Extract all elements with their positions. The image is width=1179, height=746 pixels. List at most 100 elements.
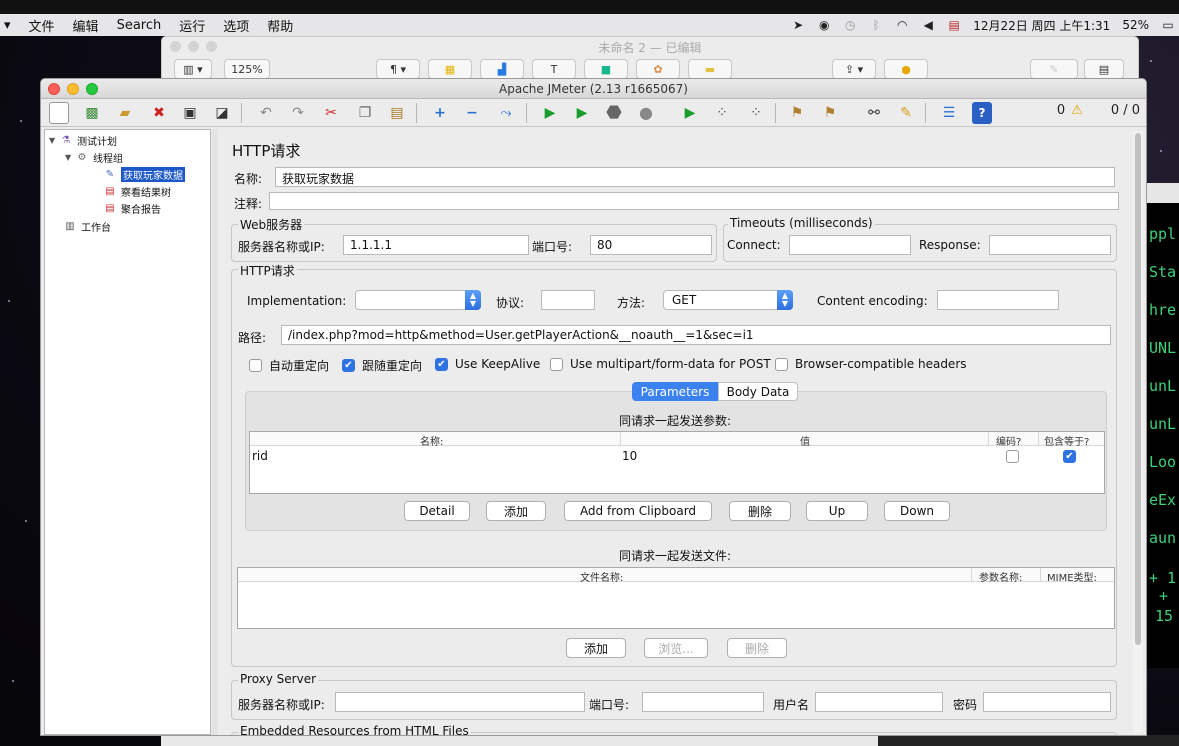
menu-options[interactable]: 选项 bbox=[223, 16, 249, 35]
tree-node-http-request[interactable]: ✎ 获取玩家数据 bbox=[103, 167, 185, 182]
scrollbar-thumb[interactable] bbox=[1135, 133, 1141, 645]
flag-input-icon[interactable]: ▤ bbox=[947, 18, 961, 32]
connect-timeout-field[interactable] bbox=[789, 235, 911, 255]
tree-node-thread-group[interactable]: ▼ ⚙ 线程组 bbox=[65, 150, 123, 165]
path-field[interactable]: /index.php?mod=http&method=User.getPlaye… bbox=[281, 325, 1111, 345]
bg-format-icon[interactable]: ✎ bbox=[1030, 59, 1078, 79]
new-icon[interactable] bbox=[49, 102, 69, 124]
play-icon[interactable]: ▶ bbox=[539, 102, 561, 124]
checkbox-box[interactable] bbox=[775, 357, 788, 371]
up-button[interactable]: Up bbox=[806, 501, 868, 521]
expand-arrow-icon[interactable]: ▼ bbox=[65, 153, 75, 162]
add-param-button[interactable]: 添加 bbox=[486, 501, 546, 521]
menu-file[interactable]: 文件 bbox=[29, 16, 55, 35]
proxy-user-field[interactable] bbox=[815, 692, 943, 712]
remote-stop-icon[interactable]: ⁘ bbox=[711, 102, 733, 124]
param-include-equals-checkbox[interactable]: ✔ bbox=[1063, 450, 1076, 463]
bg-table-icon[interactable]: ▦ bbox=[428, 59, 472, 79]
comment-field[interactable] bbox=[269, 192, 1119, 210]
column-encode-header[interactable]: 编码? bbox=[996, 433, 1021, 448]
warning-icon[interactable]: ⚠ bbox=[1071, 103, 1083, 118]
expand-arrow-icon[interactable]: ▼ bbox=[49, 136, 59, 145]
bg-sidebar-icon[interactable]: ▥ ▾ bbox=[174, 59, 212, 79]
tab-body-data[interactable]: Body Data bbox=[718, 382, 798, 401]
protocol-field[interactable] bbox=[541, 290, 595, 310]
browser-compatible-checkbox[interactable]: Browser-compatible headers bbox=[775, 357, 967, 371]
tree-node-workbench[interactable]: ▥ 工作台 bbox=[63, 219, 111, 234]
clear-all-icon[interactable]: ⚑ bbox=[819, 102, 841, 124]
method-select[interactable]: GET ▲ ▼ bbox=[663, 290, 793, 310]
browse-button[interactable]: 浏览... bbox=[644, 638, 708, 658]
remote-shutdown-icon[interactable]: ⁘ bbox=[745, 102, 767, 124]
bg-shape-icon[interactable]: ■ bbox=[584, 59, 628, 79]
checkmark-icon[interactable]: ✔ bbox=[342, 359, 355, 372]
add-file-button[interactable]: 添加 bbox=[566, 638, 626, 658]
help-icon[interactable]: ? bbox=[972, 102, 992, 124]
bg-chart-icon[interactable]: ▟ bbox=[480, 59, 524, 79]
follow-redirect-checkbox[interactable]: ✔ 跟随重定向 bbox=[342, 357, 422, 374]
bg-media-icon[interactable]: ✿ bbox=[636, 59, 680, 79]
vertical-scrollbar[interactable] bbox=[1133, 131, 1143, 733]
bg-comment-icon[interactable]: ▬ bbox=[688, 59, 732, 79]
response-timeout-field[interactable] bbox=[989, 235, 1111, 255]
save-as-icon[interactable]: ◪ bbox=[211, 102, 233, 124]
battery-icon[interactable]: ▭ bbox=[1161, 18, 1175, 32]
menu-help[interactable]: 帮助 bbox=[267, 16, 293, 35]
multipart-checkbox[interactable]: Use multipart/form-data for POST bbox=[550, 357, 771, 371]
keepalive-checkbox[interactable]: ✔ Use KeepAlive bbox=[435, 357, 540, 371]
open-icon[interactable]: ▰ bbox=[114, 102, 136, 124]
copy-icon[interactable]: ❐ bbox=[354, 102, 376, 124]
delete-file-button[interactable]: 删除 bbox=[727, 638, 787, 658]
location-arrow-icon[interactable]: ➤ bbox=[791, 18, 805, 32]
menubar-datetime[interactable]: 12月22日 周四 上午1:31 bbox=[973, 17, 1110, 34]
expand-icon[interactable]: + bbox=[429, 102, 451, 124]
checkbox-box[interactable] bbox=[249, 359, 262, 372]
proxy-port-field[interactable] bbox=[642, 692, 764, 712]
checkbox-box[interactable] bbox=[550, 357, 563, 371]
wifi-icon[interactable]: ◠ bbox=[895, 18, 909, 32]
split-pane-divider[interactable] bbox=[212, 129, 218, 735]
detail-button[interactable]: Detail bbox=[404, 501, 470, 521]
menu-search[interactable]: Search bbox=[117, 18, 162, 33]
undo-icon[interactable]: ↶ bbox=[255, 102, 277, 124]
volume-icon[interactable]: ◀ bbox=[921, 18, 935, 32]
paste-icon[interactable]: ▤ bbox=[386, 102, 408, 124]
tree-node-aggregate-report[interactable]: ▤ 聚合报告 bbox=[103, 201, 161, 216]
tab-parameters[interactable]: Parameters bbox=[632, 382, 718, 401]
bg-tips-icon[interactable]: ● bbox=[884, 59, 928, 79]
close-plan-icon[interactable]: ✖ bbox=[148, 102, 170, 124]
bg-document-icon[interactable]: ▤ bbox=[1084, 59, 1124, 79]
bg-text-icon[interactable]: T bbox=[532, 59, 576, 79]
column-include-equals-header[interactable]: 包含等于? bbox=[1044, 433, 1089, 448]
proxy-password-field[interactable] bbox=[983, 692, 1111, 712]
menu-run[interactable]: 运行 bbox=[179, 16, 205, 35]
param-name-cell[interactable]: rid bbox=[252, 449, 268, 463]
add-from-clipboard-button[interactable]: Add from Clipboard bbox=[564, 501, 712, 521]
clear-icon[interactable]: ⚑ bbox=[786, 102, 808, 124]
bg-share-icon[interactable]: ⇪ ▾ bbox=[832, 59, 876, 79]
column-param-name-header[interactable]: 参数名称: bbox=[979, 569, 1022, 584]
templates-icon[interactable]: ▩ bbox=[81, 102, 103, 124]
record-icon[interactable]: ◉ bbox=[817, 18, 831, 32]
bg-zoom-select[interactable]: 125% bbox=[224, 59, 270, 79]
content-encoding-field[interactable] bbox=[937, 290, 1059, 310]
column-name-header[interactable]: 名称: bbox=[420, 433, 443, 448]
implementation-select[interactable]: ▲ ▼ bbox=[355, 290, 481, 310]
column-mime-header[interactable]: MIME类型: bbox=[1047, 569, 1097, 584]
bluetooth-icon[interactable]: ᛒ bbox=[869, 18, 883, 32]
param-value-cell[interactable]: 10 bbox=[622, 449, 637, 463]
function-helper-icon[interactable]: ☰ bbox=[938, 102, 960, 124]
toggle-icon[interactable]: ⤳ bbox=[495, 102, 517, 124]
save-icon[interactable]: ▣ bbox=[179, 102, 201, 124]
remote-start-icon[interactable]: ▶ bbox=[679, 102, 701, 124]
name-field[interactable]: 获取玩家数据 bbox=[275, 167, 1115, 187]
tree-node-view-results-tree[interactable]: ▤ 察看结果树 bbox=[103, 184, 171, 199]
auto-redirect-checkbox[interactable]: 自动重定向 bbox=[249, 357, 329, 374]
apple-menu-icon[interactable]: ▾ bbox=[4, 18, 11, 33]
down-button[interactable]: Down bbox=[884, 501, 950, 521]
broom-icon[interactable]: ✎ bbox=[895, 102, 917, 124]
column-filename-header[interactable]: 文件名称: bbox=[580, 569, 623, 584]
column-value-header[interactable]: 值 bbox=[800, 433, 810, 448]
menu-edit[interactable]: 编辑 bbox=[73, 16, 99, 35]
cut-icon[interactable]: ✂ bbox=[320, 102, 342, 124]
